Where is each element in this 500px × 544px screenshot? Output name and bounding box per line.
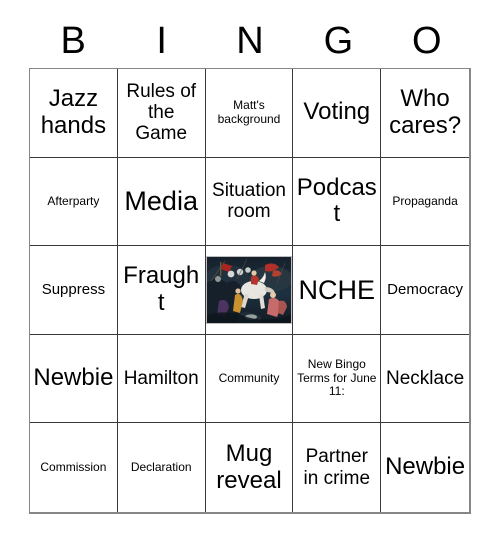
bingo-cell[interactable]: New Bingo Terms for June 11: [293, 334, 382, 424]
bingo-card: B I N G O Jazz hands Rules of the Game Mat… [0, 0, 500, 544]
bingo-cell-label: Media [124, 186, 198, 217]
bingo-grid: Jazz hands Rules of the Game Matt's backgr… [29, 68, 471, 514]
header-letter-b: B [60, 20, 86, 62]
bingo-cell[interactable]: Mug reveal [205, 423, 294, 512]
bingo-cell-label: Necklace [386, 367, 465, 389]
bingo-cell-label: Newbie [33, 364, 114, 392]
bingo-header: B I N G O [29, 16, 471, 66]
bingo-cell[interactable]: Media [117, 157, 206, 247]
bingo-cell-label: Jazz hands [40, 84, 107, 139]
bingo-cell[interactable]: Suppress [30, 246, 118, 335]
bingo-cell[interactable]: Fraught [117, 246, 206, 335]
bingo-cell[interactable]: Situation room [205, 157, 294, 247]
header-letter-o: O [412, 20, 442, 62]
bingo-cell[interactable]: Who cares? [381, 69, 469, 158]
bingo-cell-label: Declaration [130, 459, 192, 474]
bingo-cell[interactable]: Rules of the Game [117, 69, 206, 158]
bingo-cell[interactable]: Declaration [117, 423, 206, 512]
bingo-cell[interactable]: Propaganda [381, 157, 469, 247]
bingo-cell-label: Fraught [123, 262, 200, 316]
bingo-cell[interactable]: NCHE [293, 246, 382, 335]
bingo-cell[interactable]: Democracy [381, 246, 469, 335]
bingo-cell-label: Democracy [387, 280, 464, 298]
bingo-cell-label: Voting [303, 98, 371, 126]
bingo-cell-label: Hamilton [123, 367, 199, 389]
bingo-cell[interactable]: Voting [293, 69, 382, 158]
bingo-cell-label: Afterparty [47, 193, 100, 208]
battle-painting-image [206, 256, 291, 323]
bingo-cell-label: Commission [40, 459, 107, 474]
bingo-cell[interactable]: Hamilton [117, 334, 206, 424]
bingo-cell-label: Newbie [385, 453, 466, 481]
bingo-cell[interactable]: Newbie [30, 334, 118, 424]
header-letter-i: I [156, 20, 167, 62]
bingo-cell-label: Rules of the Game [126, 80, 197, 145]
bingo-cell-label: NCHE [298, 274, 376, 305]
bingo-cell-free-space[interactable] [205, 246, 294, 335]
bingo-cell-label: Mug reveal [216, 439, 282, 494]
bingo-cell[interactable]: Partner in crime [293, 423, 382, 512]
bingo-cell-label: Suppress [41, 280, 106, 298]
header-letter-n: N [236, 20, 264, 62]
bingo-cell[interactable]: Necklace [381, 334, 469, 424]
bingo-cell[interactable]: Commission [30, 423, 118, 512]
bingo-cell-label: Situation room [212, 180, 286, 223]
bingo-cell-label: New Bingo Terms for June 11: [297, 357, 377, 399]
bingo-cell-label: Matt's background [217, 98, 281, 126]
bingo-cell[interactable]: Afterparty [30, 157, 118, 247]
bingo-cell-label: Partner in crime [303, 446, 371, 489]
bingo-cell-label: Podcast [296, 173, 377, 228]
bingo-cell[interactable]: Jazz hands [30, 69, 118, 158]
bingo-cell-label: Who cares? [389, 84, 462, 139]
bingo-cell[interactable]: Podcast [293, 157, 382, 247]
header-letter-g: G [323, 20, 354, 62]
bingo-cell[interactable]: Matt's background [205, 69, 294, 158]
bingo-cell-label: Community [218, 370, 280, 385]
bingo-cell-label: Propaganda [392, 193, 458, 208]
bingo-cell[interactable]: Newbie [381, 423, 469, 512]
bingo-cell[interactable]: Community [205, 334, 294, 424]
